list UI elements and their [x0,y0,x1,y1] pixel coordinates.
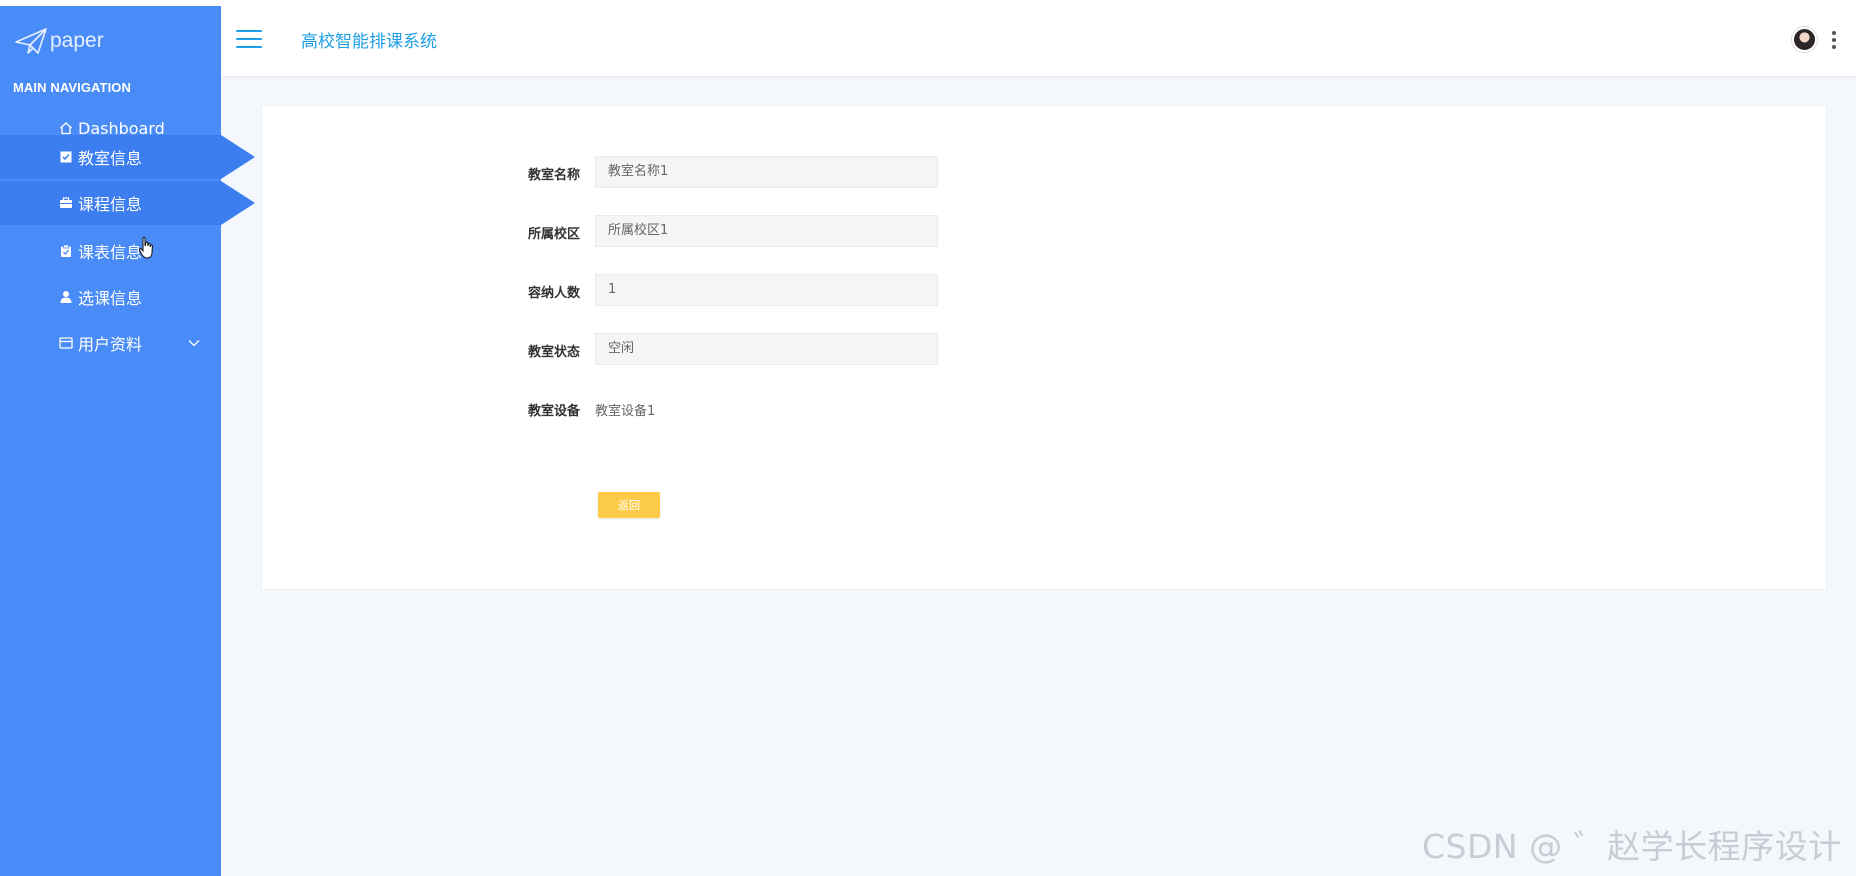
field-label: 教室状态 [528,345,581,360]
header: 高校智能排课系统 [221,6,1856,76]
logo[interactable]: paper [14,24,104,58]
back-button[interactable]: 返回 [598,492,660,518]
campus-field[interactable]: 所属校区1 [595,215,938,247]
equipment-value: 教室设备1 [595,404,656,419]
sidebar-item-user-profile[interactable]: 用户资料 [0,321,221,365]
briefcase-icon [58,195,74,211]
field-label: 容纳人数 [528,286,581,301]
sidebar-item-label: 课程信息 [78,195,143,214]
user-icon [58,289,74,305]
form-row-classroom-name: 教室名称 教室名称1 [262,156,1826,188]
card-icon [58,335,74,351]
sidebar-item-course-selection[interactable]: 选课信息 [0,275,221,319]
form-row-campus: 所属校区 所属校区1 [262,215,1826,247]
field-label: 教室设备 [528,404,581,419]
sidebar-item-schedule[interactable]: 课表信息 [0,229,221,273]
field-label: 所属校区 [528,227,581,242]
checkbox-icon [58,149,74,165]
form-row-status: 教室状态 空闲 [262,333,1826,365]
nav-section-title: MAIN NAVIGATION [13,80,132,95]
chevron-down-icon[interactable] [186,335,202,351]
sidebar: paper MAIN NAVIGATION Dashboard 教室信息 课程信… [0,6,255,876]
clipboard-icon [58,243,74,259]
avatar[interactable] [1792,27,1817,52]
hand-cursor-icon [138,236,153,259]
classroom-detail-card: 教室名称 教室名称1 所属校区 所属校区1 容纳人数 1 教室状态 空闲 教室设… [261,105,1827,590]
sidebar-item-course[interactable]: 课程信息 [0,181,255,225]
capacity-field[interactable]: 1 [595,274,938,306]
classroom-name-field[interactable]: 教室名称1 [595,156,938,188]
more-options-icon[interactable] [1832,31,1836,49]
status-field[interactable]: 空闲 [595,333,938,365]
logo-text: paper [50,29,104,52]
sidebar-item-label: 课表信息 [78,243,143,262]
system-title: 高校智能排课系统 [301,32,437,52]
sidebar-item-classroom[interactable]: 教室信息 [0,135,255,179]
sidebar-item-label: 用户资料 [78,335,143,354]
form-row-capacity: 容纳人数 1 [262,274,1826,306]
field-label: 教室名称 [528,168,581,183]
watermark: CSDN @ ゛赵学长程序设计 [1422,827,1842,866]
form-row-equipment: 教室设备 教室设备1 [262,392,1826,424]
paper-plane-icon [15,28,47,54]
sidebar-item-label: 教室信息 [78,149,143,168]
sidebar-item-label: 选课信息 [78,289,143,308]
menu-toggle-icon[interactable] [236,30,262,52]
home-icon [58,120,74,136]
